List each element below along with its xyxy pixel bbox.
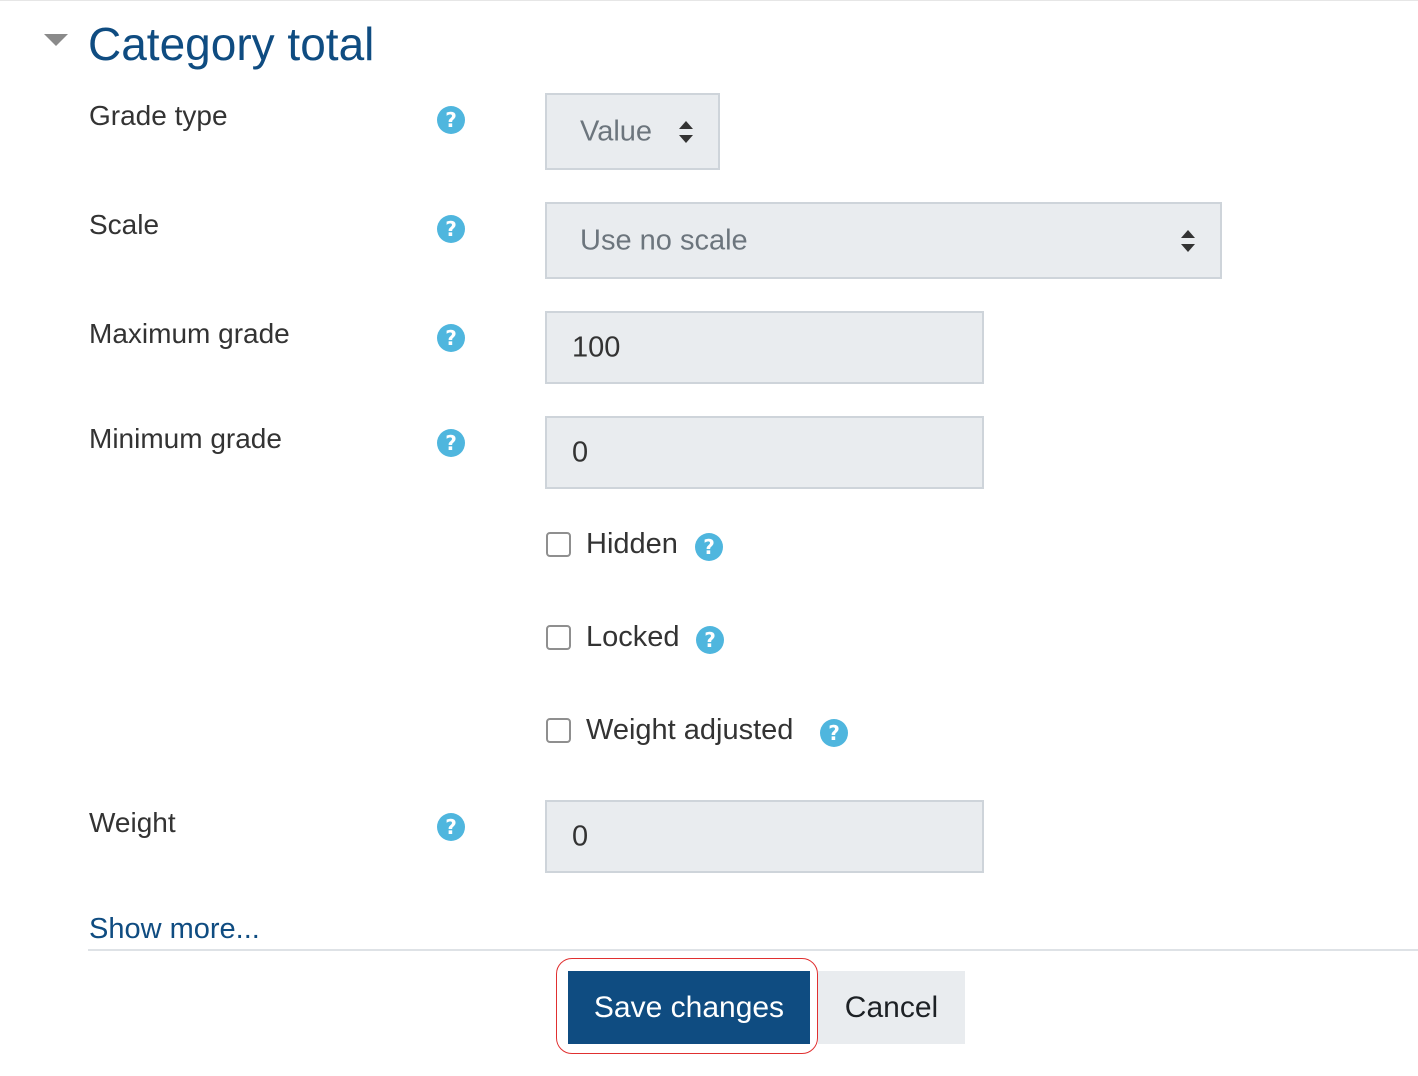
weight-adjusted-label: Weight adjusted: [586, 714, 794, 746]
weight-input[interactable]: 0: [545, 800, 984, 873]
scale-selected-value: Use no scale: [580, 224, 748, 256]
top-divider: [0, 0, 1418, 1]
grade-type-help-icon[interactable]: ?: [437, 106, 465, 134]
weight-help-icon[interactable]: ?: [437, 813, 465, 841]
maximum-grade-input[interactable]: 100: [545, 311, 984, 384]
section-title: Category total: [88, 18, 375, 70]
show-more-link[interactable]: Show more...: [89, 910, 260, 948]
grade-type-select[interactable]: Value: [545, 93, 720, 170]
grade-type-selected-value: Value: [580, 115, 653, 147]
collapse-caret-icon[interactable]: [44, 34, 68, 46]
hidden-help-icon[interactable]: ?: [695, 533, 723, 561]
cancel-button[interactable]: Cancel: [818, 971, 965, 1044]
scale-label: Scale: [89, 209, 160, 240]
scale-select[interactable]: Use no scale: [545, 202, 1222, 279]
maximum-grade-help-icon[interactable]: ?: [437, 324, 465, 352]
weight-adjusted-checkbox[interactable]: [546, 718, 571, 743]
locked-checkbox[interactable]: [546, 625, 571, 650]
maximum-grade-value: 100: [572, 331, 621, 363]
minimum-grade-help-icon[interactable]: ?: [437, 429, 465, 457]
minimum-grade-value: 0: [572, 436, 589, 468]
maximum-grade-label: Maximum grade: [89, 318, 290, 349]
scale-help-icon[interactable]: ?: [437, 215, 465, 243]
weight-label: Weight: [89, 807, 176, 838]
weight-adjusted-help-icon[interactable]: ?: [820, 719, 848, 747]
hidden-checkbox[interactable]: [546, 532, 571, 557]
locked-label: Locked: [586, 621, 680, 653]
save-changes-button[interactable]: Save changes: [568, 971, 810, 1044]
form-divider: [88, 949, 1418, 951]
grade-type-label: Grade type: [89, 100, 228, 131]
select-arrows-icon: [679, 120, 693, 143]
minimum-grade-input[interactable]: 0: [545, 416, 984, 489]
select-arrows-icon: [1181, 229, 1195, 252]
hidden-label: Hidden: [586, 528, 678, 560]
locked-help-icon[interactable]: ?: [696, 626, 724, 654]
minimum-grade-label: Minimum grade: [89, 423, 282, 454]
weight-value: 0: [572, 820, 589, 852]
